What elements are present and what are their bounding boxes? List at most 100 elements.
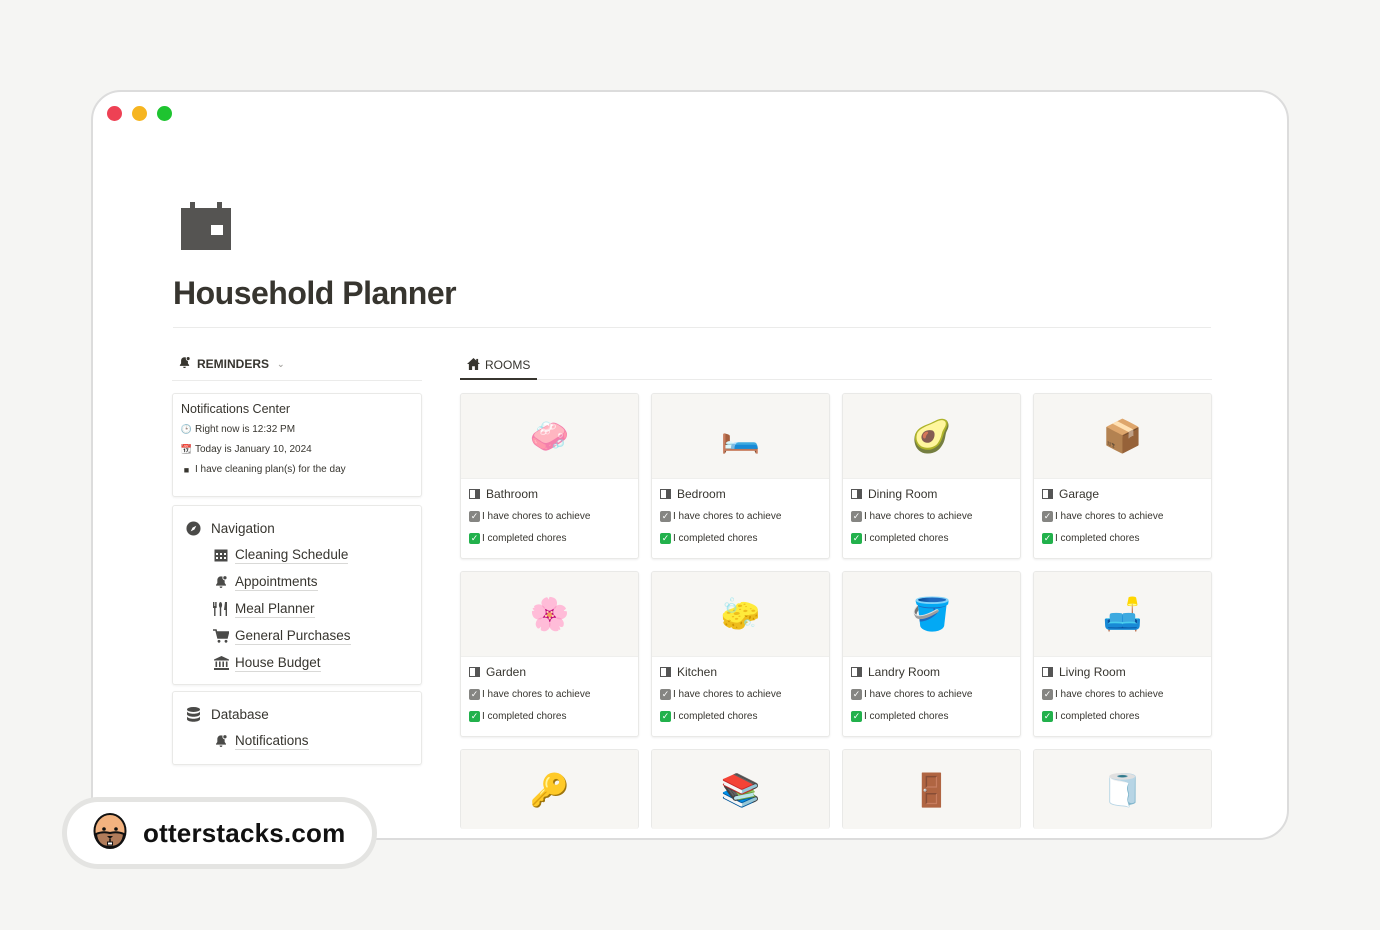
chores-completed-text: I completed chores [673,711,758,722]
reminders-header[interactable]: REMINDERS ⌄ [172,352,422,376]
nav-link-appointments[interactable]: Appointments [213,569,409,596]
brand-link[interactable]: otterstacks.com [143,818,345,849]
key-icon: 🔑 [529,772,570,808]
divider [460,379,1212,380]
home-icon [467,357,480,373]
brand-badge[interactable]: otterstacks.com [62,797,377,869]
maximize-window-button[interactable] [157,106,172,121]
checkbox-grey-icon: ✓ [1042,689,1053,700]
nav-link-meal-planner[interactable]: Meal Planner [213,596,409,623]
divider [172,380,422,381]
room-name: Landry Room [868,665,941,679]
card-cover: 🛏️ [652,394,829,479]
bank-icon [213,655,229,671]
room-icon [1042,489,1053,499]
reminders-header-label: REMINDERS [197,357,270,371]
checkbox-green-icon: ✓ [1042,533,1053,544]
checkbox-green-icon: ✓ [469,711,480,722]
current-time-text: Right now is 12:32 PM [195,424,296,435]
navigation-title: Navigation [211,520,275,536]
chores-pending-text: I have chores to achieve [673,511,782,522]
notification-line: 🕒 Right now is 12:32 PM [181,424,413,435]
minimize-window-button[interactable] [132,106,147,121]
card-cover: 🧻 [1034,750,1211,829]
nav-link-house-budget[interactable]: House Budget [213,649,409,676]
room-card-bathroom[interactable]: 🧼 Bathroom ✓ I have chores to achieve ✓ I … [460,393,639,559]
cart-icon [213,628,229,644]
room-card-landry-room[interactable]: 🪣 Landry Room ✓ I have chores to achieve … [842,571,1021,737]
divider [173,327,1211,328]
calendar-icon[interactable] [181,202,231,250]
chevron-down-icon[interactable]: ⌄ [277,359,285,370]
room-card-garage[interactable]: 📦 Garage ✓ I have chores to achieve ✓ I co… [1033,393,1212,559]
notification-line: ■ I have cleaning plan(s) for the day [181,464,413,475]
room-card-partial[interactable]: 🔑 [460,749,639,829]
flower-icon: 🌸 [529,596,570,632]
room-icon [469,489,480,499]
chores-pending-text: I have chores to achieve [1055,689,1164,700]
chores-completed-text: I completed chores [673,533,758,544]
database-callout: Database Notifications [172,691,422,765]
card-cover: 🥑 [843,394,1020,479]
card-cover: 📚 [652,750,829,829]
chores-pending-text: I have chores to achieve [864,689,973,700]
checkbox-green-icon: ✓ [851,711,862,722]
room-name: Garage [1059,487,1100,501]
page-title: Household Planner [173,275,457,311]
checkbox-grey-icon: ✓ [469,511,480,522]
room-name: Dining Room [868,487,938,501]
chores-completed-text: I completed chores [1055,711,1140,722]
nav-link-notifications[interactable]: Notifications [213,728,409,755]
chores-completed-text: I completed chores [864,711,949,722]
room-icon [469,667,480,677]
checkbox-grey-icon: ✓ [851,689,862,700]
notifications-center-callout: Notifications Center 🕒 Right now is 12:3… [172,393,422,497]
nav-link-label: General Purchases [235,627,351,645]
room-card-bedroom[interactable]: 🛏️ Bedroom ✓ I have chores to achieve ✓ I … [651,393,830,559]
nav-link-label: Meal Planner [235,600,315,618]
room-icon [660,667,671,677]
card-cover: 🔑 [461,750,638,829]
nav-link-general-purchases[interactable]: General Purchases [213,622,409,649]
package-icon: 📦 [1102,418,1143,454]
notification-line: 📆 Today is January 10, 2024 [181,444,413,455]
tab-rooms[interactable]: ROOMS [460,352,538,380]
checkbox-grey-icon: ✓ [660,511,671,522]
chores-pending-text: I have chores to achieve [673,689,782,700]
room-icon [1042,667,1053,677]
rooms-tab-bar: ROOMS [460,352,1212,380]
database-heading: Database [185,706,409,722]
nav-link-label: Notifications [235,733,309,751]
room-card-dining-room[interactable]: 🥑 Dining Room ✓ I have chores to achieve … [842,393,1021,559]
nav-link-cleaning-schedule[interactable]: Cleaning Schedule [213,542,409,569]
calendar-grid-icon [213,547,229,563]
bell-icon [178,356,191,372]
database-title: Database [211,706,269,722]
reminders-column: REMINDERS ⌄ Notifications Center 🕒 Right… [172,352,422,765]
database-icon [185,706,201,722]
chores-completed-text: I completed chores [864,533,949,544]
chores-completed-text: I completed chores [482,711,567,722]
room-name: Kitchen [677,665,718,679]
room-card-kitchen[interactable]: 🧽 Kitchen ✓ I have chores to achieve ✓ I c… [651,571,830,737]
app-window: Household Planner REMINDERS ⌄ Notificati… [91,90,1289,840]
close-window-button[interactable] [107,106,122,121]
room-card-partial[interactable]: 🚪 [842,749,1021,829]
room-card-partial[interactable]: 📚 [651,749,830,829]
checkbox-green-icon: ✓ [851,533,862,544]
chores-pending-text: I have chores to achieve [482,689,591,700]
navigation-callout: Navigation Cleaning Schedule Appointment… [172,505,422,685]
avocado-icon: 🥑 [911,418,952,454]
bell-icon [213,574,229,590]
room-name: Bedroom [677,487,726,501]
room-card-living-room[interactable]: 🛋️ Living Room ✓ I have chores to achieve… [1033,571,1212,737]
checkbox-green-icon: ✓ [660,711,671,722]
room-card-partial[interactable]: 🧻 [1033,749,1212,829]
room-card-garden[interactable]: 🌸 Garden ✓ I have chores to achieve ✓ I co… [460,571,639,737]
checkbox-grey-icon: ✓ [1042,511,1053,522]
room-name: Living Room [1059,665,1126,679]
sponge-icon: 🧽 [720,596,761,632]
utensils-icon [213,601,229,617]
compass-icon [185,520,201,536]
checkbox-grey-icon: ✓ [469,689,480,700]
